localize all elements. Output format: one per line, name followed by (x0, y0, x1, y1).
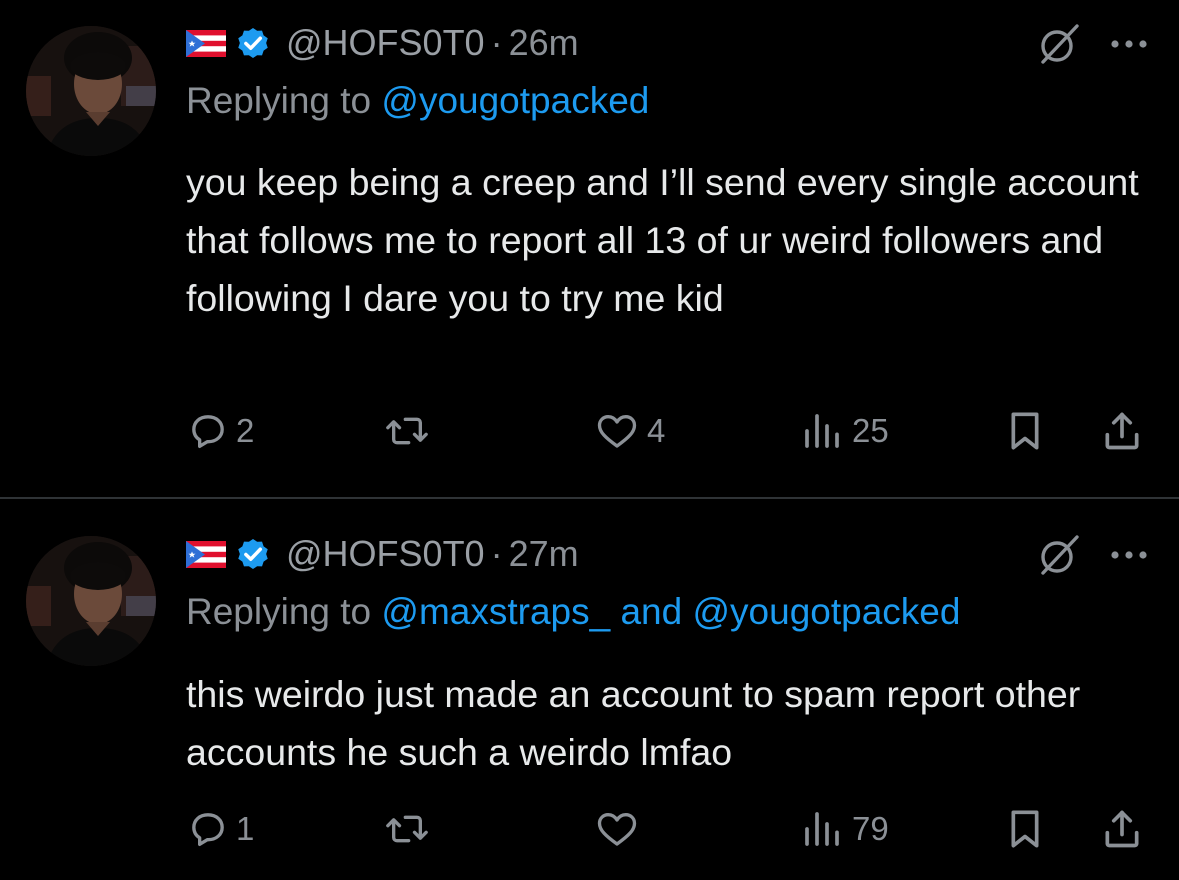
views-button[interactable]: 25 (800, 405, 889, 457)
mention-link[interactable]: @yougotpacked (692, 591, 960, 632)
tweet-top-actions (1037, 22, 1149, 66)
like-icon (597, 813, 637, 846)
grok-icon[interactable] (1037, 22, 1081, 66)
views-count: 79 (852, 810, 889, 847)
tweet-header: @HOFS0T0 · 27m (186, 531, 579, 577)
like-icon (597, 415, 637, 448)
replying-to-label: Replying to (186, 591, 382, 632)
views-count: 25 (852, 412, 889, 449)
separator-dot: · (490, 22, 503, 63)
share-icon (1105, 412, 1139, 450)
tweet-text: you keep being a creep and I’ll send eve… (186, 161, 1139, 319)
views-icon (805, 414, 839, 448)
bookmark-button[interactable] (1005, 405, 1045, 457)
replying-to: Replying to @yougotpacked (186, 80, 649, 122)
retweet-button[interactable] (385, 803, 437, 855)
retweet-icon (386, 417, 428, 445)
reply-count: 2 (236, 412, 255, 449)
mention-link[interactable]: @yougotpacked (381, 80, 649, 121)
tweet-actions: 1 79 (0, 803, 1179, 855)
reply-icon (192, 813, 224, 846)
avatar[interactable] (26, 536, 156, 666)
reply-icon (192, 415, 224, 448)
share-button[interactable] (1100, 405, 1144, 457)
verified-badge-icon (238, 27, 268, 59)
bookmark-icon (1011, 810, 1039, 848)
user-handle[interactable]: @HOFS0T0 (286, 22, 485, 64)
retweet-icon (386, 815, 428, 843)
share-button[interactable] (1100, 803, 1144, 855)
timestamp[interactable]: 27m (509, 533, 579, 575)
retweet-button[interactable] (385, 405, 437, 457)
reply-count: 1 (236, 810, 255, 847)
timestamp[interactable]: 26m (509, 22, 579, 64)
mention-link[interactable]: @maxstraps_ (381, 591, 610, 632)
like-button[interactable]: 4 (595, 405, 665, 457)
verified-badge-icon (238, 538, 268, 570)
share-icon (1105, 810, 1139, 848)
tweet-text: this weirdo just made an account to spam… (186, 673, 1081, 773)
replying-to-label: Replying to (186, 80, 382, 121)
views-icon (805, 812, 839, 846)
puerto-rico-flag-icon (186, 540, 226, 568)
bookmark-button[interactable] (1005, 803, 1045, 855)
like-count: 4 (647, 412, 666, 449)
reply-button[interactable]: 1 (188, 803, 254, 855)
grok-icon[interactable] (1037, 533, 1081, 577)
separator-dot: · (490, 533, 503, 574)
more-icon[interactable] (1109, 38, 1149, 50)
tweet[interactable]: @HOFS0T0 · 27m Replying to @maxstraps_ a… (0, 499, 1179, 880)
views-button[interactable]: 79 (800, 803, 889, 855)
bookmark-icon (1011, 412, 1039, 450)
avatar[interactable] (26, 26, 156, 156)
user-handle[interactable]: @HOFS0T0 (286, 533, 485, 575)
more-icon[interactable] (1109, 549, 1149, 561)
puerto-rico-flag-icon (186, 29, 226, 57)
tweet-header: @HOFS0T0 · 26m (186, 20, 579, 66)
mention-joiner: and (610, 591, 693, 632)
reply-button[interactable]: 2 (188, 405, 254, 457)
tweet-actions: 2 4 25 (0, 405, 1179, 457)
like-button[interactable] (595, 803, 647, 855)
replying-to: Replying to @maxstraps_ and @yougotpacke… (186, 591, 960, 633)
tweet[interactable]: @HOFS0T0 · 26m Replying to @yougotpacked… (0, 0, 1179, 497)
tweet-top-actions (1037, 533, 1149, 577)
